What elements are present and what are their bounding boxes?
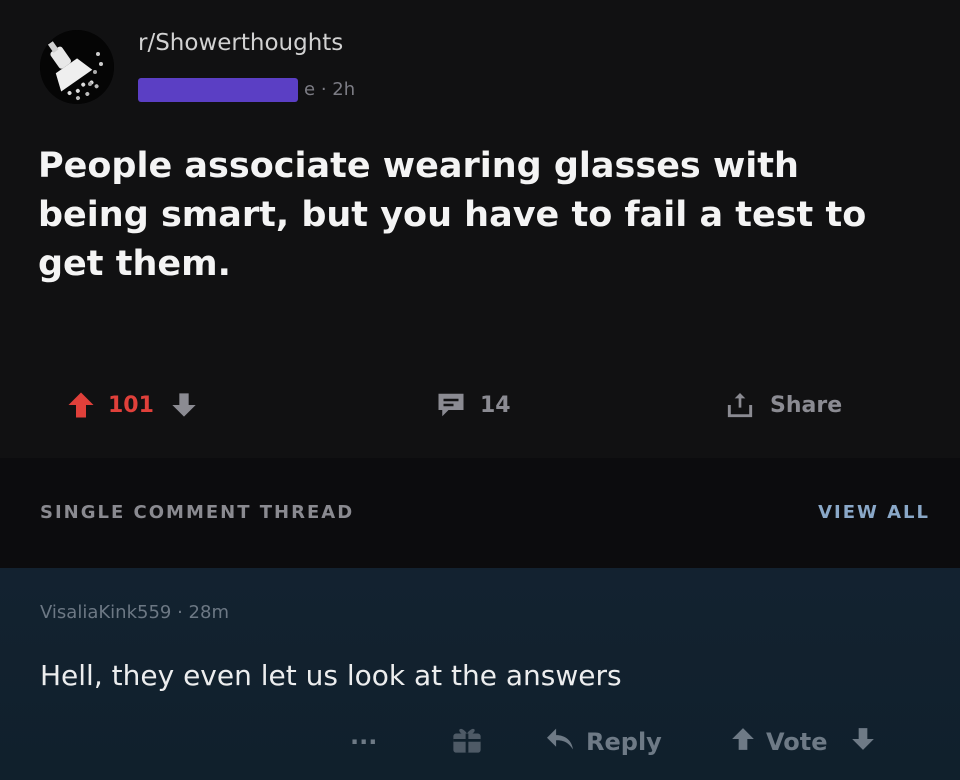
downvote-arrow-icon[interactable] bbox=[170, 391, 198, 419]
comment-count: 14 bbox=[480, 392, 511, 418]
comment-author-line: VisaliaKink559 · 28m bbox=[40, 602, 229, 623]
reply-arrow-icon bbox=[544, 726, 576, 758]
post-age: · 2h bbox=[320, 79, 356, 100]
comment-body: Hell, they even let us look at the answe… bbox=[40, 659, 622, 692]
award-button[interactable] bbox=[450, 718, 484, 766]
more-icon: ··· bbox=[350, 728, 378, 756]
share-icon bbox=[724, 389, 756, 421]
view-all-link[interactable]: VIEW ALL bbox=[818, 502, 930, 523]
comment-author[interactable]: VisaliaKink559 bbox=[40, 602, 171, 623]
thread-label: SINGLE COMMENT THREAD bbox=[40, 502, 355, 523]
author-tail: e bbox=[304, 79, 316, 100]
vote-group: Vote bbox=[730, 718, 876, 766]
reply-label: Reply bbox=[586, 728, 662, 756]
upvote-count: 101 bbox=[108, 392, 154, 418]
upvote-group: 101 bbox=[66, 380, 198, 430]
vote-label: Vote bbox=[766, 728, 828, 756]
more-options-button[interactable]: ··· bbox=[350, 718, 377, 766]
share-label: Share bbox=[770, 392, 843, 418]
subreddit-name[interactable]: r/Showerthoughts bbox=[138, 30, 343, 56]
reply-button[interactable]: Reply bbox=[544, 718, 662, 766]
comments-button[interactable]: 14 bbox=[436, 380, 511, 430]
downvote-arrow-icon[interactable] bbox=[850, 726, 876, 758]
share-button[interactable]: Share bbox=[724, 380, 842, 430]
upvote-arrow-icon[interactable] bbox=[730, 726, 756, 758]
redacted-username bbox=[138, 78, 298, 102]
comment-age: · 28m bbox=[177, 602, 229, 623]
comment-bubble-icon bbox=[436, 391, 466, 419]
post-action-bar: 101 14 Share bbox=[0, 380, 960, 430]
upvote-arrow-icon[interactable] bbox=[66, 390, 96, 420]
shower-head-icon bbox=[40, 30, 114, 104]
post-title[interactable]: People associate wearing glasses with be… bbox=[38, 142, 918, 289]
post-meta: e · 2h bbox=[138, 78, 355, 104]
gift-icon bbox=[450, 724, 484, 760]
subreddit-avatar[interactable] bbox=[40, 30, 114, 104]
comment-action-bar: ··· Reply Vote bbox=[0, 718, 960, 766]
